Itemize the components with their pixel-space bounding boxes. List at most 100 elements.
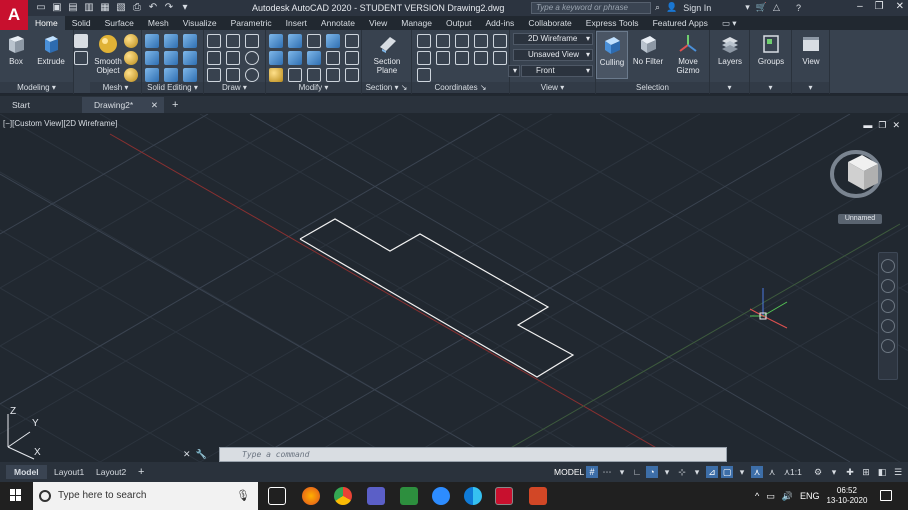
ucs-x-icon[interactable] [474,51,488,65]
notification-center-icon[interactable] [880,490,892,501]
workspace-dropdown-icon[interactable]: ▾ [828,466,840,478]
visual-style-dropdown[interactable]: 2D Wireframe [513,33,593,45]
sign-in-button[interactable]: Sign In [683,3,711,13]
save-icon[interactable]: ▤ [66,1,80,14]
move-icon[interactable] [269,34,283,48]
osnap-dropdown-icon[interactable]: ▾ [691,466,703,478]
taskbar-clock[interactable]: 06:52 13-10-2020 [826,486,867,506]
mesh-smooth-more-icon[interactable] [124,34,138,48]
tab-solid[interactable]: Solid [65,16,98,30]
edge-icon[interactable] [464,487,482,505]
offset-icon[interactable] [345,51,359,65]
drawing-viewport[interactable]: [−][Custom View][2D Wireframe] ▬ ❐ ✕ Unn… [0,114,908,462]
tab-view[interactable]: View [362,16,394,30]
pan-icon[interactable] [881,279,895,293]
snap-dropdown-icon[interactable]: ▾ [616,466,628,478]
taskbar-search-box[interactable]: Type here to search 🎙 [33,482,258,510]
mirror-icon[interactable] [345,34,359,48]
close-tab-icon[interactable]: ✕ [151,97,158,113]
volume-icon[interactable]: 🔊 [782,491,793,502]
teams-icon[interactable] [367,487,385,505]
arc-icon[interactable] [245,34,259,48]
tab-collaborate[interactable]: Collaborate [521,16,578,30]
box-button[interactable]: Box [4,33,28,66]
extrude-button[interactable]: Extrude [34,33,68,66]
explode-icon[interactable] [288,68,302,82]
help-icon[interactable]: ? [796,3,801,13]
panel-title-modeling[interactable]: Modeling ▾ [0,82,73,93]
drawing-canvas[interactable] [0,114,908,462]
panel-title-view-utilities-dropdown[interactable]: ▾ [792,82,829,93]
thicken-icon[interactable] [145,68,159,82]
circle-icon[interactable] [245,51,259,65]
ucs-face-icon[interactable] [455,51,469,65]
layout-tab-layout2[interactable]: Layout2 [96,465,126,479]
polar-dropdown-icon[interactable]: ▾ [661,466,673,478]
panel-title-view[interactable]: View ▾ [510,82,595,93]
panel-title-groups-dropdown[interactable]: ▾ [750,82,791,93]
ucs-object-icon[interactable] [436,51,450,65]
showmotion-icon[interactable] [881,339,895,353]
tab-home[interactable]: Home [28,16,65,30]
polysolid-icon[interactable] [74,34,88,48]
annotation-monitor-icon[interactable]: ✚ [844,466,856,478]
sign-in-dropdown-icon[interactable]: ▾ [745,2,750,13]
tab-surface[interactable]: Surface [98,16,141,30]
units-icon[interactable]: ⊞ [860,466,872,478]
interfere-icon[interactable] [164,51,178,65]
viewport-restore-icon[interactable]: ❐ [878,120,886,131]
zoom-app-icon[interactable] [432,487,450,505]
layout-tab-layout1[interactable]: Layout1 [54,465,84,479]
ortho-icon[interactable]: ∟ [631,466,643,478]
close-icon[interactable]: ✕ [896,1,904,12]
snap-icon[interactable]: ⋯ [601,466,613,478]
polygon-icon[interactable] [207,68,221,82]
scale-icon[interactable] [307,51,321,65]
chrome-icon[interactable] [334,487,352,505]
ribbon-minimize-icon[interactable]: ▭ ▾ [715,16,744,30]
panel-title-mesh[interactable]: Mesh ▾ [90,82,141,93]
network-icon[interactable]: ▭ [766,491,775,502]
intersect-icon[interactable] [183,34,197,48]
viewport-controls-label[interactable]: [−][Custom View][2D Wireframe] [3,119,117,128]
viewcube-icon[interactable] [830,150,882,198]
presspull-icon[interactable] [74,51,88,65]
mesh-crease-icon[interactable] [124,68,138,82]
workspace-gear-icon[interactable]: ⚙ [812,466,824,478]
save-as-icon[interactable]: ▥ [82,1,96,14]
snipping-tool-icon[interactable] [400,487,418,505]
no-filter-button[interactable]: No Filter [630,33,666,66]
tab-visualize[interactable]: Visualize [176,16,224,30]
microphone-icon[interactable]: 🎙 [236,482,250,510]
tab-output[interactable]: Output [439,16,479,30]
selection-dropdown-icon[interactable]: ▾ [736,466,748,478]
break-icon[interactable] [345,68,359,82]
saved-view-dropdown[interactable]: Unsaved View [513,49,593,61]
ucs-y-icon[interactable] [493,51,507,65]
windows-start-icon[interactable] [10,489,22,501]
dynamic-ucs-icon[interactable]: ⊿ [706,466,718,478]
orbit-icon[interactable] [881,319,895,333]
annotation-visibility-icon[interactable]: ⋏ [751,466,763,478]
tab-manage[interactable]: Manage [394,16,439,30]
ucs-named-icon[interactable] [417,68,431,82]
smooth-object-button[interactable]: Smooth Object [92,33,124,75]
print-icon[interactable]: ⎙ [130,1,144,14]
a360-icon[interactable]: △ [773,2,780,13]
binoculars-icon[interactable]: ⌕ [655,2,660,13]
grid-icon[interactable]: # [586,466,598,478]
customization-menu-icon[interactable]: ☰ [892,466,904,478]
add-layout-button[interactable]: + [138,465,144,479]
spline-icon[interactable] [207,51,221,65]
command-customize-icon[interactable]: 🔧 [196,449,207,460]
tab-mesh[interactable]: Mesh [141,16,176,30]
groups-button[interactable]: Groups [753,33,789,66]
panel-title-section[interactable]: Section ▾ ↘ [362,82,411,93]
tab-add-ins[interactable]: Add-ins [478,16,521,30]
restore-icon[interactable]: ❐ [875,1,884,12]
culling-button[interactable]: Culling [596,31,628,79]
auto-scale-icon[interactable]: ⋏ [766,466,778,478]
tab-featured-apps[interactable]: Featured Apps [646,16,715,30]
polar-icon[interactable]: ◔ [646,466,658,478]
isolate-objects-icon[interactable]: ◧ [876,466,888,478]
